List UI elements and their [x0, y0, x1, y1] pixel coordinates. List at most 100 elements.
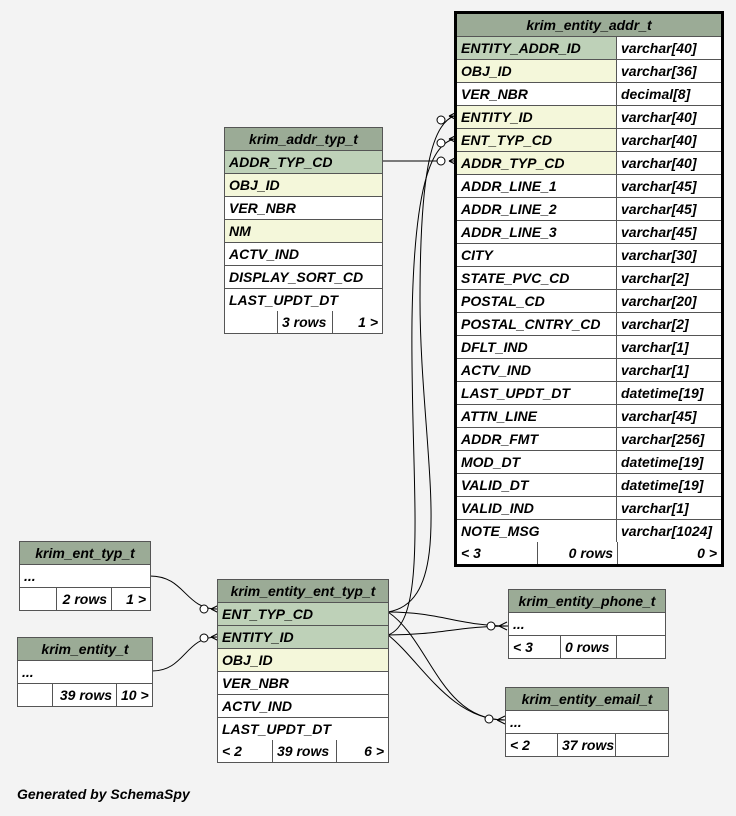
parents-link[interactable]: < 3 — [509, 636, 560, 658]
table-krim-entity-addr-t[interactable]: krim_entity_addr_t ENTITY_ADDR_ID varchar… — [454, 11, 724, 567]
optional-marker — [436, 115, 446, 125]
column-row: ENTITY_ID — [218, 626, 388, 649]
table-title[interactable]: krim_entity_phone_t — [509, 590, 665, 613]
column-row: ENT_TYP_CD — [218, 603, 388, 626]
children-link[interactable]: 6 > — [336, 740, 388, 762]
row-count: 37 rows — [557, 734, 615, 756]
parents-link[interactable]: < 2 — [506, 734, 557, 756]
column-row: ... — [509, 613, 665, 636]
column-name: MOD_DT — [457, 451, 616, 473]
column-type: decimal[8] — [616, 83, 721, 105]
table-footer: 2 rows 1 > — [20, 588, 150, 610]
table-krim-addr-typ-t[interactable]: krim_addr_typ_t ADDR_TYP_CD OBJ_ID VER_NBR… — [224, 127, 383, 334]
column-row: ACTV_IND — [225, 243, 382, 266]
parents-link — [225, 311, 277, 333]
ellipsis: ... — [509, 613, 665, 635]
column-row: CITY varchar[30] — [457, 244, 721, 267]
children-link[interactable]: 1 > — [111, 588, 150, 610]
children-link[interactable]: 10 > — [116, 684, 152, 706]
table-title[interactable]: krim_entity_email_t — [506, 688, 668, 711]
column-row: VER_NBR — [218, 672, 388, 695]
column-row: VALID_IND varchar[1] — [457, 497, 721, 520]
table-krim-entity-phone-t[interactable]: krim_entity_phone_t ... < 3 0 rows — [508, 589, 666, 659]
table-title[interactable]: krim_entity_addr_t — [457, 14, 721, 37]
column-row: LAST_UPDT_DT — [225, 289, 382, 311]
optional-marker — [486, 621, 496, 631]
column-type: varchar[20] — [616, 290, 721, 312]
row-count: 39 rows — [52, 684, 116, 706]
table-krim-ent-typ-t[interactable]: krim_ent_typ_t ... 2 rows 1 > — [19, 541, 151, 611]
column-name: ACTV_IND — [457, 359, 616, 381]
row-count: 3 rows — [277, 311, 332, 333]
column-row: NM — [225, 220, 382, 243]
column-row: NOTE_MSG varchar[1024] — [457, 520, 721, 542]
table-title[interactable]: krim_entity_t — [18, 638, 152, 661]
column-row: ADDR_FMT varchar[256] — [457, 428, 721, 451]
column-row: ENTITY_ID varchar[40] — [457, 106, 721, 129]
column-row: POSTAL_CNTRY_CD varchar[2] — [457, 313, 721, 336]
column-name: ENTITY_ID — [218, 626, 388, 648]
table-footer: < 3 0 rows 0 > — [457, 542, 721, 564]
column-type: varchar[30] — [616, 244, 721, 266]
column-type: datetime[19] — [616, 382, 721, 404]
column-row: VER_NBR decimal[8] — [457, 83, 721, 106]
column-name: ATTN_LINE — [457, 405, 616, 427]
column-name: ADDR_FMT — [457, 428, 616, 450]
column-row: ... — [506, 711, 668, 734]
table-title[interactable]: krim_ent_typ_t — [20, 542, 150, 565]
column-row: ADDR_TYP_CD — [225, 151, 382, 174]
generated-by-label: Generated by SchemaSpy — [17, 786, 190, 802]
column-type: varchar[45] — [616, 175, 721, 197]
column-name: ENT_TYP_CD — [457, 129, 616, 151]
table-footer: < 2 37 rows — [506, 734, 668, 756]
column-row: ADDR_LINE_1 varchar[45] — [457, 175, 721, 198]
column-row: ADDR_LINE_3 varchar[45] — [457, 221, 721, 244]
table-krim-entity-ent-typ-t[interactable]: krim_entity_ent_typ_t ENT_TYP_CD ENTITY_I… — [217, 579, 389, 763]
column-row: VER_NBR — [225, 197, 382, 220]
column-name: LAST_UPDT_DT — [457, 382, 616, 404]
optional-marker — [436, 156, 446, 166]
column-list: ENT_TYP_CD ENTITY_ID OBJ_ID VER_NBR ACTV_IND… — [218, 603, 388, 740]
table-footer: < 2 39 rows 6 > — [218, 740, 388, 762]
table-footer: 3 rows 1 > — [225, 311, 382, 333]
link-ent-typ-cd — [387, 138, 455, 636]
column-row: ENTITY_ADDR_ID varchar[40] — [457, 37, 721, 60]
column-name: LAST_UPDT_DT — [225, 289, 382, 311]
column-type: varchar[1] — [616, 336, 721, 358]
column-name: CITY — [457, 244, 616, 266]
column-type: varchar[45] — [616, 405, 721, 427]
column-name: ADDR_LINE_1 — [457, 175, 616, 197]
ellipsis: ... — [506, 711, 668, 733]
column-name: ADDR_TYP_CD — [225, 151, 382, 173]
column-row: ENT_TYP_CD varchar[40] — [457, 129, 721, 152]
parents-link[interactable]: < 3 — [457, 542, 537, 564]
table-krim-entity-email-t[interactable]: krim_entity_email_t ... < 2 37 rows — [505, 687, 669, 757]
column-name: VALID_DT — [457, 474, 616, 496]
table-krim-entity-t[interactable]: krim_entity_t ... 39 rows 10 > — [17, 637, 153, 707]
parents-link[interactable]: < 2 — [218, 740, 272, 762]
column-name: ENT_TYP_CD — [218, 603, 388, 625]
children-link[interactable]: 1 > — [332, 311, 382, 333]
column-row: DISPLAY_SORT_CD — [225, 266, 382, 289]
column-name: ENTITY_ID — [457, 106, 616, 128]
ellipsis: ... — [20, 565, 150, 587]
column-name: OBJ_ID — [457, 60, 616, 82]
row-count: 0 rows — [560, 636, 616, 658]
link-entity-id — [387, 115, 455, 613]
table-title[interactable]: krim_addr_typ_t — [225, 128, 382, 151]
column-row: ADDR_TYP_CD varchar[40] — [457, 152, 721, 175]
children-link — [616, 636, 665, 658]
column-row: ATTN_LINE varchar[45] — [457, 405, 721, 428]
column-name: POSTAL_CD — [457, 290, 616, 312]
table-footer: < 3 0 rows — [509, 636, 665, 658]
column-name: VER_NBR — [225, 197, 382, 219]
column-row: ... — [20, 565, 150, 588]
column-list: ADDR_TYP_CD OBJ_ID VER_NBR NM ACTV_IND DISPLA… — [225, 151, 382, 311]
children-link[interactable]: 0 > — [617, 542, 721, 564]
column-type: varchar[2] — [616, 267, 721, 289]
row-count: 39 rows — [272, 740, 336, 762]
table-title[interactable]: krim_entity_ent_typ_t — [218, 580, 388, 603]
column-row: STATE_PVC_CD varchar[2] — [457, 267, 721, 290]
column-name: POSTAL_CNTRY_CD — [457, 313, 616, 335]
table-footer: 39 rows 10 > — [18, 684, 152, 706]
